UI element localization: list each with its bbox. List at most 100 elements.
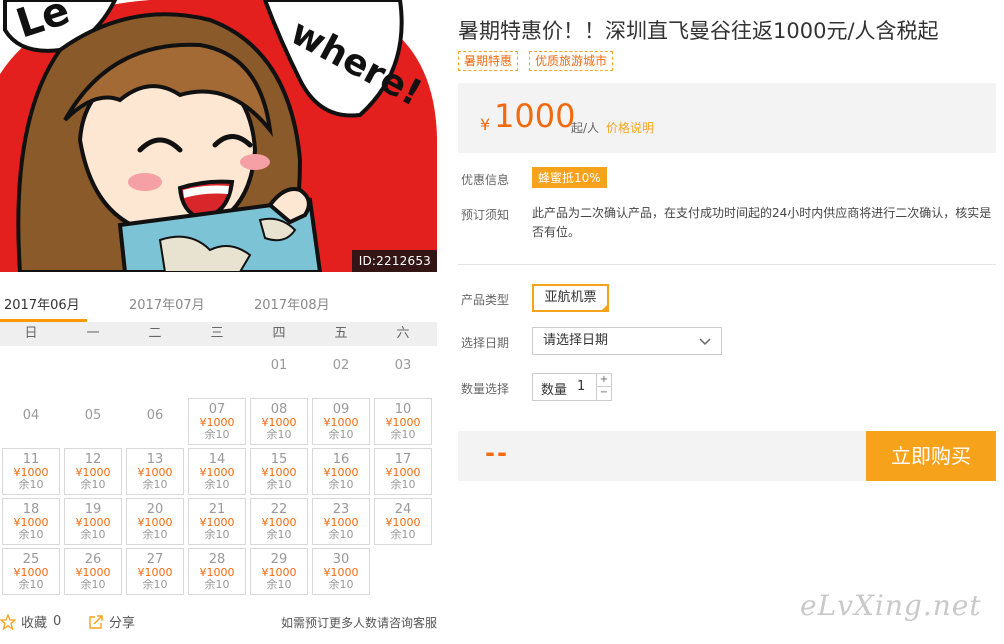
price-unit: 起/人 bbox=[571, 121, 600, 135]
quantity-label: 数量 bbox=[541, 383, 568, 398]
day-number: 20 bbox=[146, 502, 164, 517]
quantity-input[interactable]: 1 bbox=[577, 379, 585, 394]
calendar-day-available[interactable]: 26 ¥1000 余10 bbox=[64, 548, 122, 595]
day-remaining: 余10 bbox=[266, 528, 292, 541]
product-image: Le where! ID:2212653 bbox=[0, 0, 437, 272]
day-number: 04 bbox=[22, 408, 40, 423]
quantity-decrease-button[interactable]: − bbox=[596, 387, 611, 400]
calendar-day-available[interactable]: 27 ¥1000 余10 bbox=[126, 548, 184, 595]
day-number: 10 bbox=[394, 402, 412, 417]
tab-month-june[interactable]: 2017年06月 bbox=[4, 294, 80, 313]
calendar-day-available[interactable]: 17 ¥1000 余10 bbox=[374, 448, 432, 495]
booking-notice: 此产品为二次确认产品，在支付成功时间起的24小时内供应商将进行二次确认，核实是否… bbox=[532, 206, 992, 239]
checkout-bar: -- 立即购买 bbox=[458, 431, 996, 481]
star-icon bbox=[0, 613, 16, 630]
calendar-day: 02 bbox=[312, 348, 370, 395]
calendar-day-available[interactable]: 22 ¥1000 余10 bbox=[250, 498, 308, 545]
calendar-day-available[interactable]: 12 ¥1000 余10 bbox=[64, 448, 122, 495]
calendar-day-available[interactable]: 14 ¥1000 余10 bbox=[188, 448, 246, 495]
favorite-label: 收藏 bbox=[21, 616, 48, 631]
day-number: 30 bbox=[332, 552, 350, 567]
chevron-down-icon bbox=[699, 338, 711, 346]
calendar-day: 04 bbox=[2, 398, 60, 445]
day-number: 23 bbox=[332, 502, 350, 517]
calendar-day: 03 bbox=[374, 348, 432, 395]
day-number: 16 bbox=[332, 452, 350, 467]
day-number: 01 bbox=[270, 358, 288, 373]
total-price: -- bbox=[485, 439, 509, 467]
day-number: 19 bbox=[84, 502, 102, 517]
product-type-label: 产品类型 bbox=[461, 293, 510, 307]
day-remaining: 余10 bbox=[266, 428, 292, 441]
share-icon bbox=[89, 614, 103, 629]
calendar-day-available[interactable]: 13 ¥1000 余10 bbox=[126, 448, 184, 495]
weekday-label: 六 bbox=[396, 326, 410, 341]
day-number: 03 bbox=[394, 358, 412, 373]
quantity-increase-button[interactable]: + bbox=[596, 374, 611, 387]
weekday-label: 一 bbox=[86, 326, 100, 341]
day-remaining: 余10 bbox=[80, 528, 106, 541]
price-note-link[interactable]: 价格说明 bbox=[606, 119, 654, 136]
date-select-value: 请选择日期 bbox=[543, 333, 609, 348]
notice-label: 预订须知 bbox=[461, 208, 510, 222]
date-label: 选择日期 bbox=[461, 336, 510, 350]
day-remaining: 余10 bbox=[142, 528, 168, 541]
tag-summer-special: 暑期特惠 bbox=[458, 51, 519, 71]
calendar-day-available[interactable]: 20 ¥1000 余10 bbox=[126, 498, 184, 545]
quantity-row-label: 数量选择 bbox=[461, 382, 510, 396]
calendar-day-available[interactable]: 08 ¥1000 余10 bbox=[250, 398, 308, 445]
day-remaining: 余10 bbox=[142, 578, 168, 591]
calendar-day-available[interactable]: 09 ¥1000 余10 bbox=[312, 398, 370, 445]
share-button[interactable]: 分享 bbox=[88, 612, 135, 631]
calendar-day-available[interactable]: 11 ¥1000 余10 bbox=[2, 448, 60, 495]
day-remaining: 余10 bbox=[390, 428, 416, 441]
promo-badge: 蜂蜜抵10% bbox=[532, 167, 607, 188]
product-type-option-airasia[interactable]: 亚航机票 bbox=[532, 284, 609, 312]
buy-now-button[interactable]: 立即购买 bbox=[866, 431, 996, 481]
calendar-day-available[interactable]: 28 ¥1000 余10 bbox=[188, 548, 246, 595]
date-select[interactable]: 请选择日期 bbox=[532, 327, 722, 355]
weekday-label: 四 bbox=[272, 326, 286, 341]
image-id-badge: ID:2212653 bbox=[351, 250, 437, 272]
day-number: 25 bbox=[22, 552, 40, 567]
weekday-label: 三 bbox=[210, 326, 224, 341]
calendar-day-available[interactable]: 23 ¥1000 余10 bbox=[312, 498, 370, 545]
tag-quality-city: 优质旅游城市 bbox=[529, 51, 614, 71]
calendar-day-available[interactable]: 15 ¥1000 余10 bbox=[250, 448, 308, 495]
share-label: 分享 bbox=[109, 616, 136, 631]
day-number: 29 bbox=[270, 552, 288, 567]
currency-symbol: ¥ bbox=[480, 115, 491, 134]
day-number: 27 bbox=[146, 552, 164, 567]
day-number: 21 bbox=[208, 502, 226, 517]
day-remaining: 余10 bbox=[204, 528, 230, 541]
calendar-day-available[interactable]: 10 ¥1000 余10 bbox=[374, 398, 432, 445]
favorite-button[interactable]: 收藏 0 bbox=[0, 612, 61, 631]
day-number: 28 bbox=[208, 552, 226, 567]
calendar-day-available[interactable]: 07 ¥1000 余10 bbox=[188, 398, 246, 445]
calendar-weekday-header: 日 一 二 三 四 五 六 bbox=[0, 322, 437, 346]
calendar-day-available[interactable]: 19 ¥1000 余10 bbox=[64, 498, 122, 545]
calendar-day: 01 bbox=[250, 348, 308, 395]
day-number: 12 bbox=[84, 452, 102, 467]
calendar-day-available[interactable]: 18 ¥1000 余10 bbox=[2, 498, 60, 545]
calendar-day-available[interactable]: 29 ¥1000 余10 bbox=[250, 548, 308, 595]
weekday-label: 二 bbox=[148, 326, 162, 341]
weekday-label: 五 bbox=[334, 326, 348, 341]
calendar-week-row: 18 ¥1000 余10 19 ¥1000 余10 20 ¥1000 余10 21 ¥1000 余10… bbox=[0, 496, 437, 546]
tab-month-july[interactable]: 2017年07月 bbox=[129, 294, 205, 313]
day-number: 15 bbox=[270, 452, 288, 467]
tab-month-august[interactable]: 2017年08月 bbox=[254, 294, 330, 313]
calendar-day-available[interactable]: 16 ¥1000 余10 bbox=[312, 448, 370, 495]
day-remaining: 余10 bbox=[80, 478, 106, 491]
calendar-day-available[interactable]: 25 ¥1000 余10 bbox=[2, 548, 60, 595]
day-remaining: 余10 bbox=[266, 478, 292, 491]
calendar-week-row: 25 ¥1000 余10 26 ¥1000 余10 27 ¥1000 余10 28 ¥1000 余10… bbox=[0, 546, 437, 596]
calendar-grid: 01 02 03 04 05 06 07 ¥1000 余10 08 ¥1000 余10 09 ¥1000 余… bbox=[0, 346, 437, 596]
day-remaining: 余10 bbox=[18, 528, 44, 541]
calendar-day-available[interactable]: 21 ¥1000 余10 bbox=[188, 498, 246, 545]
calendar-day-available[interactable]: 30 ¥1000 余10 bbox=[312, 548, 370, 595]
day-remaining: 余10 bbox=[328, 478, 354, 491]
calendar-day-available[interactable]: 24 ¥1000 余10 bbox=[374, 498, 432, 545]
day-number: 02 bbox=[332, 358, 350, 373]
month-tabs: 2017年06月 2017年07月 2017年08月 bbox=[0, 286, 437, 322]
